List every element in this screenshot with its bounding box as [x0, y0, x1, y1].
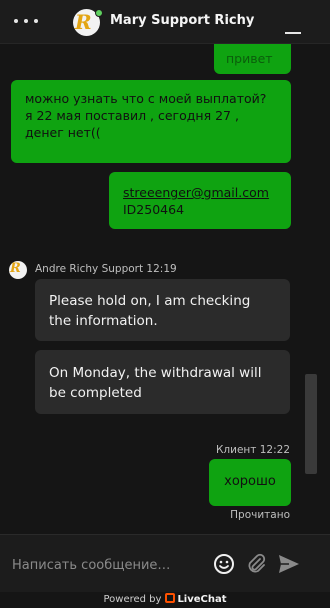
message-text: Please hold on, I am checking the inform…: [49, 293, 251, 329]
message-text: хорошо: [224, 474, 276, 489]
message-list[interactable]: привет можно узнать что с моей выплатой?…: [0, 44, 330, 534]
scrollbar-thumb[interactable]: [305, 374, 317, 474]
online-status-dot: [95, 9, 103, 17]
avatar-logo: R: [75, 10, 92, 34]
chat-header: R Mary Support Richy: [0, 0, 330, 44]
powered-by-label: Powered by: [103, 594, 162, 605]
agent-message: Please hold on, I am checking the inform…: [35, 279, 290, 341]
powered-by-footer[interactable]: Powered by LiveChat: [0, 592, 330, 608]
paperclip-icon[interactable]: [244, 552, 268, 576]
message-text: On Monday, the withdrawal will be comple…: [49, 365, 262, 401]
message-text: ID250464: [123, 202, 185, 217]
emoji-icon[interactable]: [212, 552, 236, 576]
agent-avatar: R: [9, 261, 27, 279]
agent-message: On Monday, the withdrawal will be comple…: [35, 350, 290, 414]
client-message: streeenger@gmail.com ID250464: [109, 172, 291, 229]
client-message: привет: [214, 44, 291, 74]
message-text: привет: [226, 51, 273, 66]
chat-title: Mary Support Richy: [110, 13, 255, 28]
livechat-brand: LiveChat: [177, 594, 227, 605]
message-input[interactable]: [12, 555, 202, 575]
client-message: хорошо: [209, 459, 291, 506]
message-text: можно узнать что с моей выплатой? я 22 м…: [25, 91, 267, 140]
client-message: можно узнать что с моей выплатой? я 22 м…: [11, 80, 291, 163]
livechat-logo-icon: [165, 593, 176, 603]
client-name-time: Клиент 12:22: [215, 444, 290, 456]
menu-dots-icon[interactable]: [14, 19, 38, 25]
read-status: Прочитано: [230, 509, 290, 521]
composer: [0, 534, 330, 592]
agent-avatar-logo: R: [10, 261, 21, 276]
minimize-icon[interactable]: [285, 32, 301, 34]
agent-name-time: Andre Richy Support 12:19: [35, 263, 177, 275]
send-icon[interactable]: [277, 552, 301, 576]
email-link[interactable]: streeenger@gmail.com: [123, 184, 277, 201]
